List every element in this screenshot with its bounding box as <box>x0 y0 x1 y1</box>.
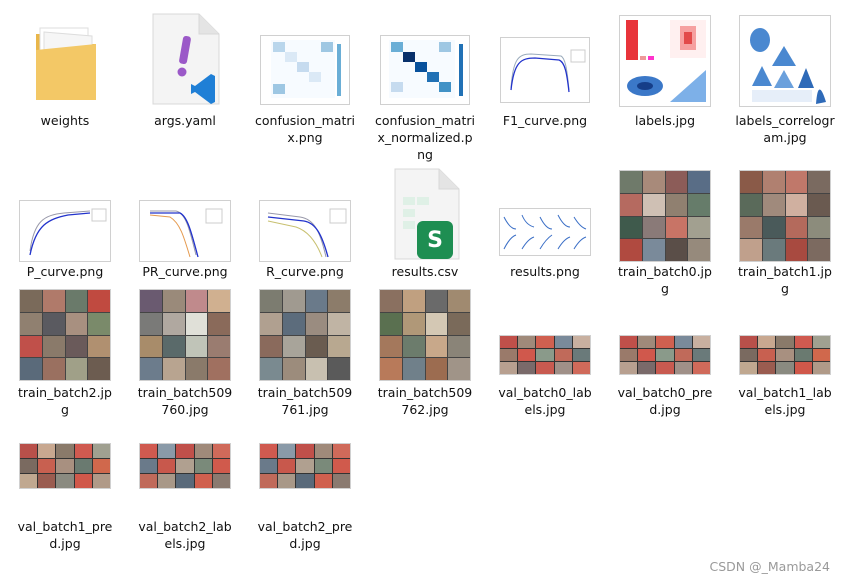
image-thumbnail <box>605 10 725 106</box>
file-label: confusion_matrix_normalized.png <box>375 113 475 162</box>
file-grid: weights args.yaml confusion_matrix.png c… <box>0 0 844 582</box>
file-label: F1_curve.png <box>502 113 588 128</box>
svg-text:S: S <box>427 228 443 253</box>
csv-file-icon: S <box>365 165 485 261</box>
file-label: val_batch0_labels.jpg <box>498 385 592 417</box>
image-thumbnail <box>605 165 725 261</box>
yaml-file-icon <box>125 10 245 106</box>
file-label: R_curve.png <box>266 264 344 279</box>
watermark: CSDN @_Mamba24 <box>709 559 830 574</box>
file-label: results.png <box>510 264 580 279</box>
image-thumbnail <box>485 10 605 106</box>
file-label: confusion_matrix.png <box>255 113 355 145</box>
image-thumbnail <box>365 284 485 380</box>
image-thumbnail <box>245 10 365 106</box>
file-label: PR_curve.png <box>142 264 228 279</box>
file-label: val_batch2_labels.jpg <box>138 519 232 551</box>
image-thumbnail <box>245 424 365 492</box>
image-thumbnail <box>245 284 365 380</box>
file-label: results.csv <box>391 264 459 279</box>
file-label: labels.jpg <box>634 113 696 128</box>
image-thumbnail <box>5 284 125 380</box>
image-thumbnail <box>725 284 844 380</box>
file-label: P_curve.png <box>26 264 104 279</box>
image-thumbnail <box>485 165 605 261</box>
file-label: train_batch509761.jpg <box>257 385 353 417</box>
image-thumbnail <box>365 10 485 106</box>
file-label: val_batch1_labels.jpg <box>738 385 832 417</box>
image-thumbnail <box>245 165 365 261</box>
image-thumbnail <box>725 10 844 106</box>
image-thumbnail <box>725 165 844 261</box>
image-thumbnail <box>5 424 125 492</box>
file-label: train_batch2.jpg <box>18 385 112 417</box>
image-thumbnail <box>125 284 245 380</box>
image-thumbnail <box>5 165 125 261</box>
folder-icon <box>5 10 125 106</box>
file-label: val_batch0_pred.jpg <box>617 385 713 417</box>
image-thumbnail <box>605 284 725 380</box>
image-thumbnail <box>485 284 605 380</box>
file-label: labels_correlogram.jpg <box>735 113 835 145</box>
image-thumbnail <box>125 165 245 261</box>
file-label: args.yaml <box>154 113 216 128</box>
file-label: val_batch2_pred.jpg <box>257 519 353 551</box>
image-thumbnail <box>125 424 245 492</box>
file-label: weights <box>40 113 90 128</box>
file-label: train_batch509760.jpg <box>137 385 233 417</box>
file-label: train_batch509762.jpg <box>377 385 473 417</box>
file-label: val_batch1_pred.jpg <box>17 519 113 551</box>
